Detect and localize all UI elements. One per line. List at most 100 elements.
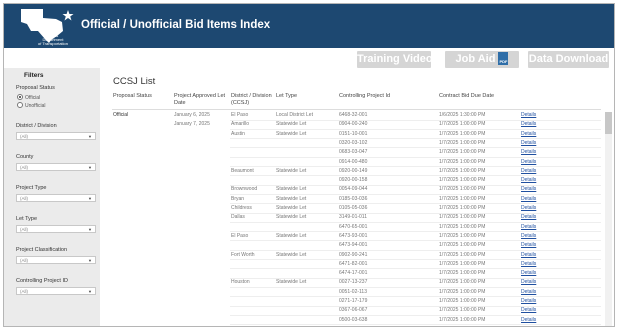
details-link[interactable]: Details	[521, 252, 536, 258]
details-link[interactable]: Details	[521, 224, 536, 230]
details-link[interactable]: Details	[521, 289, 536, 295]
details-link[interactable]: Details	[521, 261, 536, 267]
cell-controlling-project-id: 3149-01-011	[339, 214, 367, 221]
district-filter-label: District / Division	[16, 123, 57, 129]
cell-contract-bid-due-date: 1/7/2025 1:00:00 PM	[439, 167, 486, 174]
cell-contract-bid-due-date: 1/7/2025 1:00:00 PM	[439, 130, 486, 137]
column-header-district: District / Division (CCSJ)	[231, 93, 272, 106]
cell-contract-bid-due-date: 1/7/2025 1:00:00 PM	[439, 279, 486, 286]
details-link[interactable]: Details	[521, 196, 536, 202]
header-bar: Texas Department of Transportation Offic…	[4, 4, 614, 48]
cell-contract-bid-due-date: 1/7/2025 1:00:00 PM	[439, 251, 486, 258]
cell-let-type: Statewide Let	[276, 186, 307, 193]
details-link[interactable]: Details	[521, 298, 536, 304]
cell-controlling-project-id: 0367-06-067	[339, 307, 368, 314]
radio-official[interactable]: Official	[17, 94, 40, 101]
details-link[interactable]: Details	[521, 233, 536, 239]
chevron-down-icon: ▼	[88, 227, 92, 232]
cell-contract-bid-due-date: 1/7/2025 1:00:00 PM	[439, 214, 486, 221]
cell-controlling-project-id: 0914-00-480	[339, 158, 368, 165]
cell-contract-bid-due-date: 1/7/2025 1:00:00 PM	[439, 186, 486, 193]
column-header-controlling-project-id: Controlling Project Id	[339, 93, 391, 99]
cell-controlling-project-id: 0054-09-044	[339, 186, 368, 193]
cell-controlling-project-id: 0920-00-158	[339, 177, 368, 184]
details-link[interactable]: Details	[521, 121, 536, 127]
cell-let-type: Statewide Let	[276, 130, 307, 137]
chevron-down-icon: ▼	[88, 258, 92, 263]
cell-controlling-project-id: 0271-17-179	[339, 298, 368, 304]
details-link[interactable]: Details	[521, 317, 536, 323]
row-divider	[519, 324, 599, 326]
details-link[interactable]: Details	[521, 307, 536, 313]
column-header-contract-bid-due-date: Contract Bid Due Date	[439, 93, 495, 99]
controlling-project-id-select[interactable]: (All) ▼	[16, 287, 96, 295]
let-type-select[interactable]: (All) ▼	[16, 225, 96, 233]
radio-official-label: Official	[25, 95, 41, 101]
details-link[interactable]: Details	[521, 279, 536, 285]
details-link[interactable]: Details	[521, 168, 536, 174]
details-link[interactable]: Details	[521, 242, 536, 248]
pdf-badge: PDF	[499, 59, 508, 64]
scrollbar-thumb[interactable]	[605, 112, 612, 134]
details-link[interactable]: Details	[521, 177, 536, 183]
details-link[interactable]: Details	[521, 131, 536, 137]
cell-controlling-project-id: 6471-82-001	[339, 260, 368, 267]
cell-controlling-project-id: 0151-10-001	[339, 130, 368, 137]
details-link[interactable]: Details	[521, 112, 536, 118]
cell-controlling-project-id: 0500-03-638	[339, 316, 368, 323]
radio-unofficial[interactable]: Unofficial	[17, 102, 45, 109]
cell-district: El Paso	[231, 232, 249, 239]
project-type-select[interactable]: (All) ▼	[16, 194, 96, 202]
project-classification-select[interactable]: (All) ▼	[16, 256, 96, 264]
pdf-icon: PDF	[498, 52, 509, 65]
project-classification-select-value: (All)	[20, 258, 28, 263]
cell-contract-bid-due-date: 1/7/2025 1:00:00 PM	[439, 242, 486, 249]
details-link[interactable]: Details	[521, 205, 536, 211]
cell-contract-bid-due-date: 1/7/2025 1:00:00 PM	[439, 177, 486, 184]
cell-district: El Paso	[231, 112, 249, 118]
details-link[interactable]: Details	[521, 186, 536, 192]
cell-controlling-project-id: 0902-90-241	[339, 251, 368, 258]
cell-district: Dallas	[231, 214, 245, 221]
cell-controlling-project-id: 0185-03-036	[339, 195, 368, 202]
cell-controlling-project-id: 0105-05-036	[339, 205, 368, 211]
cell-controlling-project-id: 0904-00-240	[339, 121, 368, 128]
cell-contract-bid-due-date: 1/7/2025 1:00:00 PM	[439, 205, 486, 211]
logo-text: Texas Department of Transportation	[30, 34, 76, 46]
district-select-value: (All)	[20, 134, 28, 139]
cell-let-type: Statewide Let	[276, 195, 307, 202]
txdot-logo: Texas Department of Transportation	[16, 7, 76, 46]
chevron-down-icon: ▼	[88, 289, 92, 294]
details-link[interactable]: Details	[521, 149, 536, 155]
cell-let-type: Local District Let	[276, 112, 313, 118]
details-link[interactable]: Details	[521, 214, 536, 220]
training-video-button[interactable]: Training Video	[357, 51, 433, 68]
details-link[interactable]: Details	[521, 270, 536, 276]
cell-contract-bid-due-date: 1/7/2025 1:00:00 PM	[439, 223, 486, 230]
cell-contract-bid-due-date: 1/7/2025 1:00:00 PM	[439, 121, 486, 128]
cell-contract-bid-due-date: 1/7/2025 1:00:00 PM	[439, 195, 486, 202]
column-header-let-type: Let Type	[276, 93, 297, 99]
details-link[interactable]: Details	[521, 159, 536, 165]
job-aid-button[interactable]: Job Aid PDF	[445, 51, 519, 68]
cell-controlling-project-id: 0051-02-113	[339, 288, 367, 295]
cell-approved-let-date: January 7, 2025	[174, 121, 210, 128]
ccsj-list-title: CCSJ List	[113, 76, 156, 87]
cell-let-type: Statewide Let	[276, 121, 307, 128]
cell-controlling-project-id: 0320-03-102	[339, 139, 368, 146]
filters-title: Filters	[24, 72, 44, 79]
radio-selected-icon	[17, 94, 23, 100]
details-link[interactable]: Details	[521, 140, 536, 146]
county-select-value: (All)	[20, 165, 28, 170]
cell-contract-bid-due-date: 1/7/2025 1:00:00 PM	[439, 307, 486, 314]
chevron-down-icon: ▼	[88, 165, 92, 170]
data-download-button[interactable]: Data Download	[528, 51, 609, 68]
cell-district: Brownwood	[231, 186, 258, 193]
controlling-project-id-select-value: (All)	[20, 289, 28, 294]
cell-proposal-status: Official	[113, 112, 129, 118]
cell-controlling-project-id: 6473-94-001	[339, 242, 368, 249]
district-select[interactable]: (All) ▼	[16, 132, 96, 140]
table-scrollbar[interactable]	[605, 112, 612, 326]
county-select[interactable]: (All) ▼	[16, 163, 96, 171]
radio-unselected-icon	[17, 102, 23, 108]
